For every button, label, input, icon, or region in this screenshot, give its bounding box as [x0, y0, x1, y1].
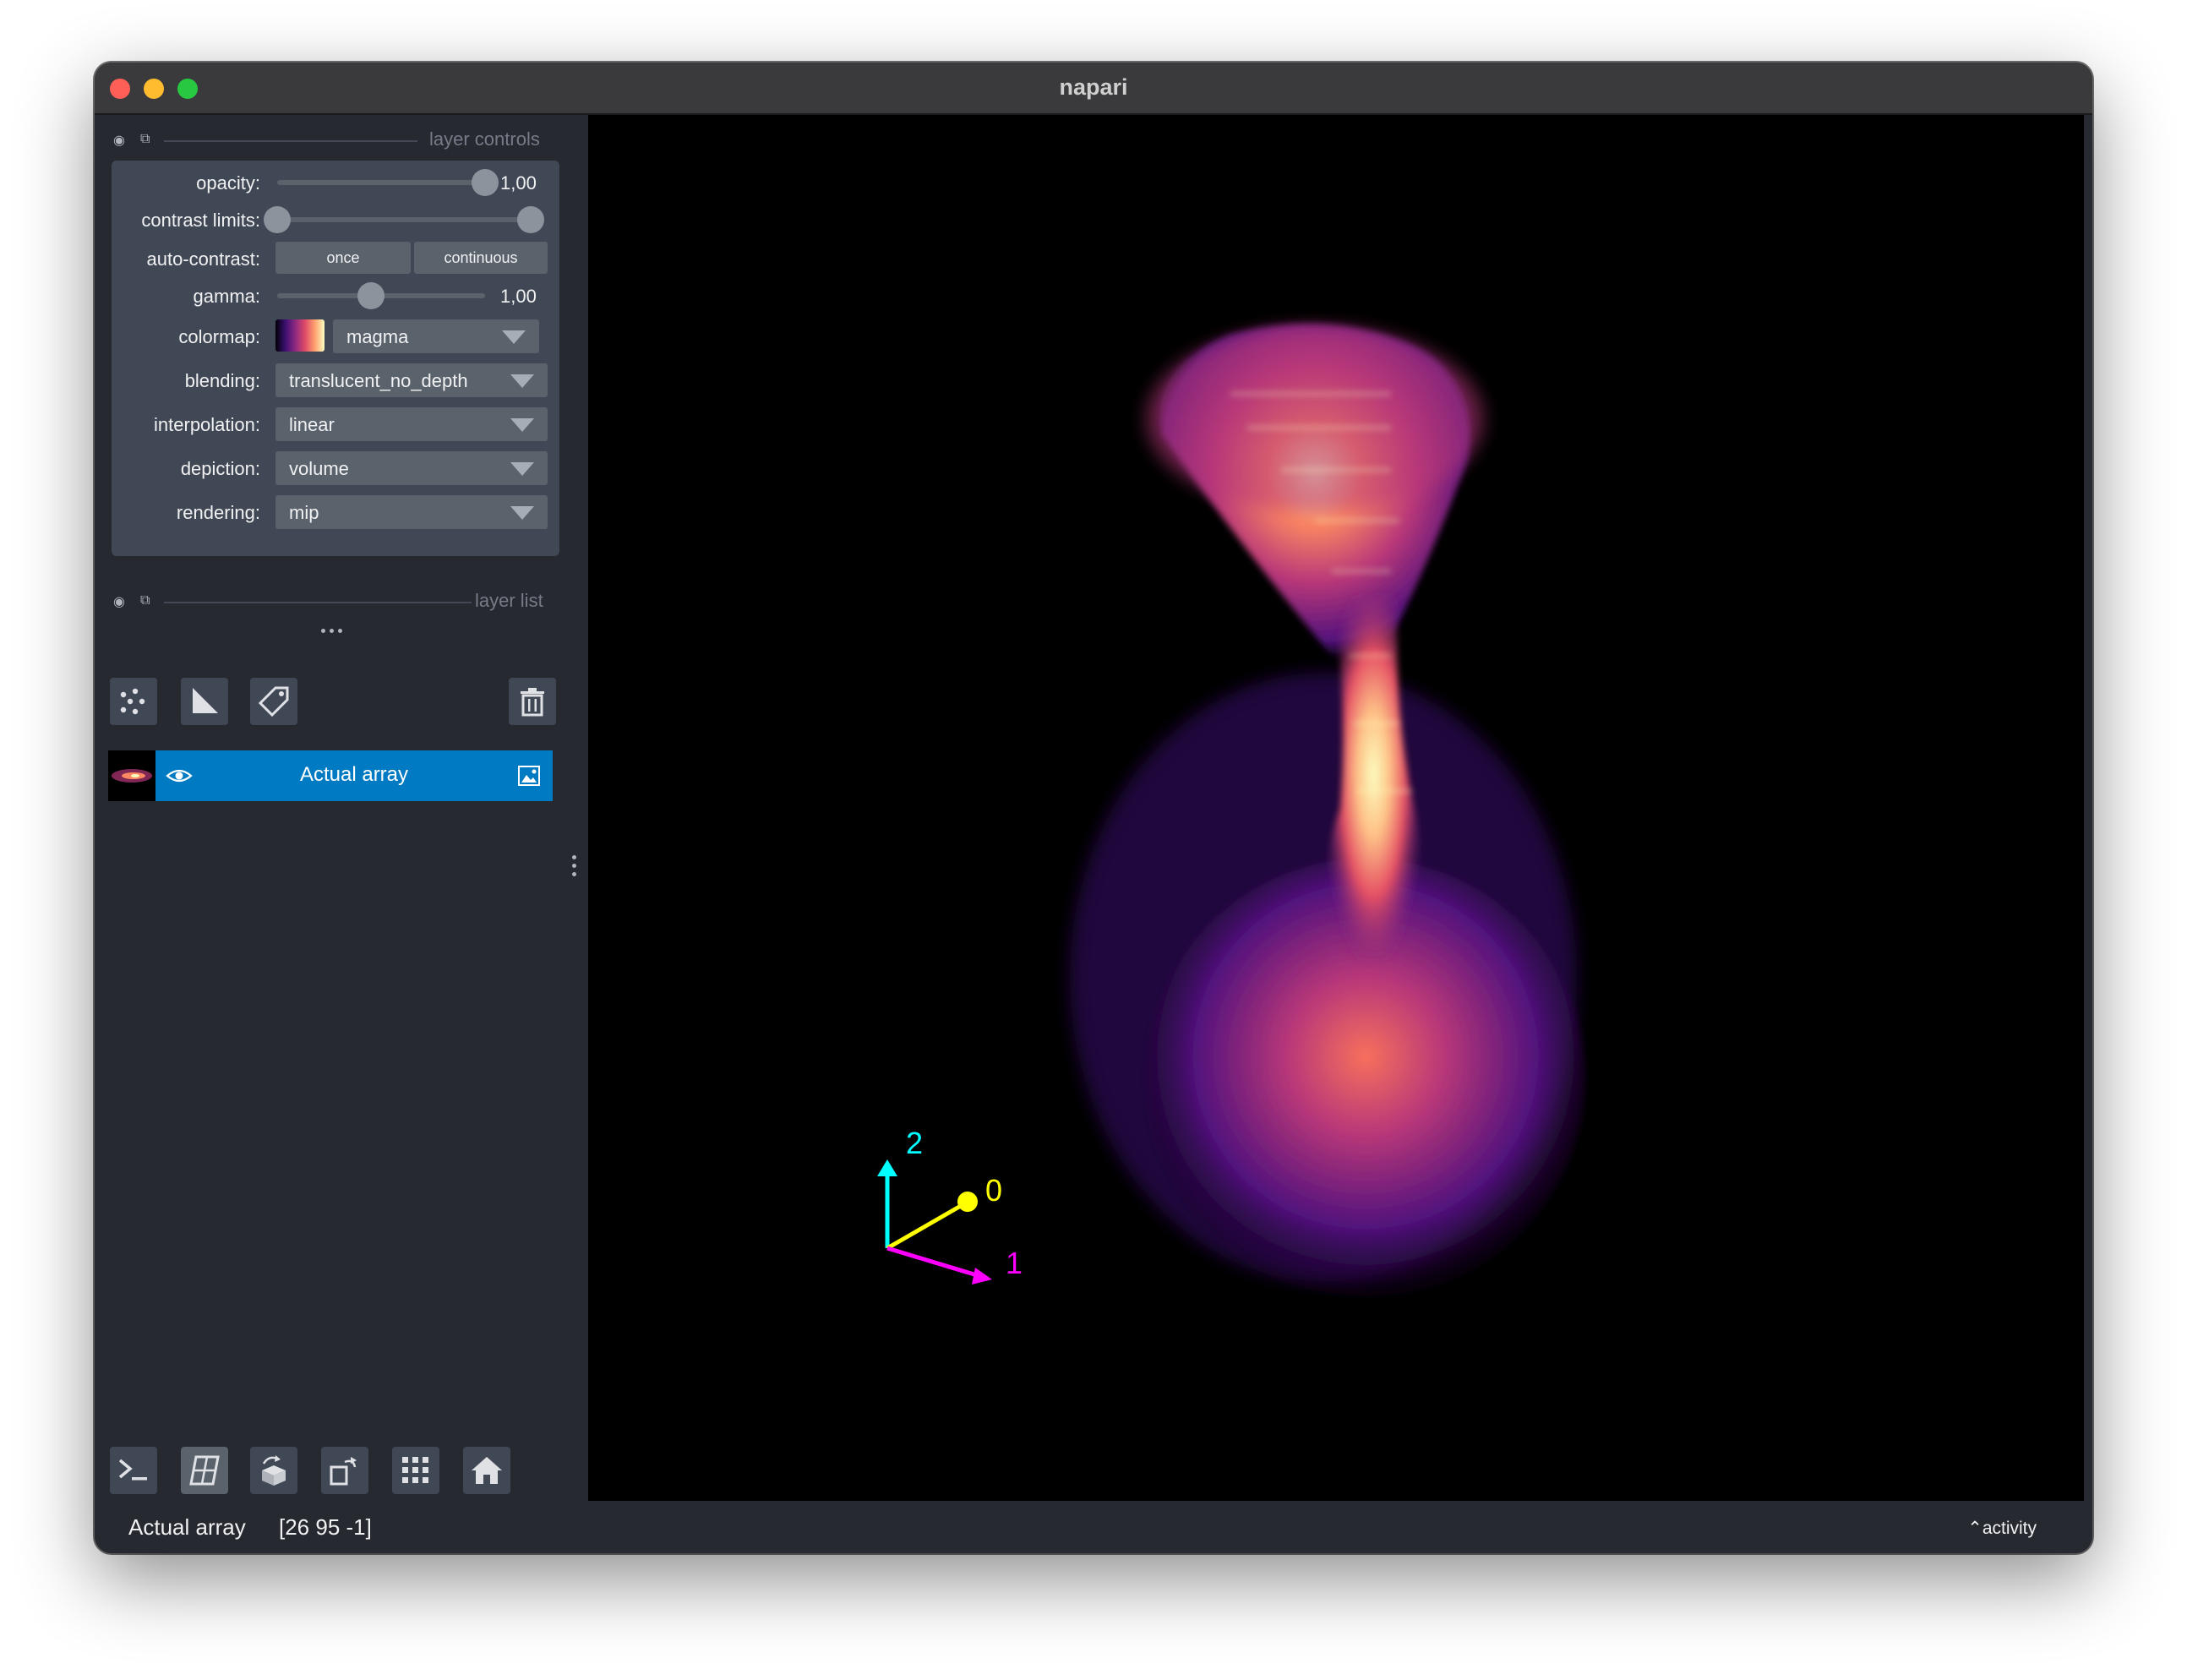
auto-contrast-label: auto-contrast:	[146, 248, 260, 270]
image-icon	[518, 766, 540, 786]
contrast-limits-row: contrast limits:	[112, 203, 559, 237]
depiction-dropdown[interactable]: volume	[275, 451, 548, 485]
contrast-limits-low-handle[interactable]	[264, 206, 291, 233]
rendering-label: rendering:	[176, 502, 260, 523]
layer-controls-dock-header: ◉ ⧉ layer controls	[95, 127, 588, 154]
napari-window: napari ◉ ⧉ layer controls opacity: 1,00 …	[95, 63, 2092, 1553]
new-labels-button[interactable]	[250, 678, 297, 725]
opacity-label: opacity:	[196, 172, 260, 194]
activity-toggle[interactable]: ⌃activity	[1967, 1518, 2037, 1539]
colormap-swatch	[275, 319, 325, 352]
opacity-row: opacity: 1,00	[112, 166, 559, 199]
gamma-value: 1,00	[500, 286, 537, 307]
chevron-down-icon	[502, 330, 526, 344]
gamma-row: gamma: 1,00	[112, 279, 559, 313]
layer-thumbnail	[108, 750, 155, 801]
layer-list-dock-header: ◉ ⧉ layer list	[95, 588, 588, 615]
chevron-down-icon	[510, 506, 534, 520]
layer-list-item[interactable]: Actual array	[108, 750, 553, 801]
left-panel: ◉ ⧉ layer controls opacity: 1,00 contras…	[95, 115, 588, 1501]
dock-header-line	[164, 602, 472, 603]
auto-contrast-continuous-button[interactable]: continuous	[414, 242, 548, 274]
title-bar: napari	[95, 63, 2092, 115]
rendering-dropdown[interactable]: mip	[275, 495, 548, 529]
gamma-slider-handle[interactable]	[357, 282, 384, 309]
grid-icon	[402, 1457, 428, 1483]
blending-value: translucent_no_depth	[289, 370, 468, 391]
axes-indicator	[877, 1159, 992, 1285]
axis-2-label: 2	[906, 1126, 924, 1160]
activity-label: activity	[1982, 1519, 2037, 1538]
new-points-icon	[120, 688, 145, 715]
colormap-value: magma	[346, 326, 409, 347]
colormap-row: colormap: magma	[112, 319, 559, 353]
layer-controls-label: layer controls	[429, 128, 540, 150]
interpolation-row: interpolation: linear	[112, 407, 559, 441]
console-button[interactable]	[110, 1447, 157, 1494]
auto-contrast-once-button[interactable]: once	[275, 242, 411, 274]
ndisplay-3d-button[interactable]	[181, 1447, 228, 1494]
console-icon	[118, 1459, 147, 1481]
interpolation-value: linear	[289, 414, 335, 435]
layer-controls-panel: opacity: 1,00 contrast limits: auto-cont…	[112, 161, 559, 556]
colormap-dropdown[interactable]: magma	[333, 319, 539, 353]
axis-0-label: 0	[985, 1173, 1003, 1208]
new-points-button[interactable]	[110, 678, 157, 725]
dock-header-line	[164, 140, 417, 142]
status-bar: Actual array [26 95 -1] ⌃activity	[95, 1501, 2092, 1553]
transpose-dims-button[interactable]	[321, 1447, 368, 1494]
ndisplay-3d-icon	[189, 1455, 220, 1486]
new-shapes-icon	[193, 688, 218, 713]
depiction-row: depiction: volume	[112, 451, 559, 485]
colormap-label: colormap:	[178, 326, 260, 347]
dock-float-icon[interactable]: ⧉	[140, 132, 150, 147]
depiction-label: depiction:	[180, 458, 260, 479]
opacity-value: 1,00	[500, 172, 537, 194]
opacity-slider-handle[interactable]	[472, 169, 499, 196]
blending-label: blending:	[184, 370, 260, 391]
depiction-value: volume	[289, 458, 349, 479]
panel-splitter-handle[interactable]	[571, 855, 578, 889]
roll-dims-button[interactable]	[250, 1447, 297, 1494]
grid-view-button[interactable]	[392, 1447, 439, 1494]
dock-float-icon[interactable]: ⧉	[140, 593, 150, 608]
chevron-up-icon: ⌃	[1967, 1519, 1982, 1538]
blending-row: blending: translucent_no_depth	[112, 363, 559, 397]
contrast-limits-label: contrast limits:	[141, 210, 260, 231]
opacity-slider-track[interactable]	[277, 180, 485, 185]
window-title: napari	[1059, 74, 1128, 100]
roll-dims-icon	[262, 1455, 286, 1486]
viewer-canvas[interactable]: 2 0 1	[588, 115, 2084, 1501]
contrast-limits-track[interactable]	[277, 217, 531, 222]
contrast-limits-high-handle[interactable]	[517, 206, 544, 233]
rendering-value: mip	[289, 502, 319, 523]
chevron-down-icon	[510, 462, 534, 476]
dock-splitter-handle[interactable]	[321, 629, 346, 634]
delete-layer-button[interactable]	[509, 678, 556, 725]
home-icon	[472, 1457, 502, 1484]
blending-dropdown[interactable]: translucent_no_depth	[275, 363, 548, 397]
status-layer-name: Actual array	[128, 1514, 246, 1540]
chevron-down-icon	[510, 418, 534, 432]
layer-list-label: layer list	[475, 590, 543, 611]
status-coordinates: [26 95 -1]	[279, 1514, 372, 1540]
rendering-row: rendering: mip	[112, 495, 559, 529]
gamma-label: gamma:	[193, 286, 260, 307]
delete-layer-icon	[521, 688, 544, 717]
layer-row-selected[interactable]: Actual array	[155, 750, 553, 801]
interpolation-label: interpolation:	[154, 414, 260, 435]
auto-contrast-row: auto-contrast: once continuous	[112, 242, 559, 275]
axis-1-label: 1	[1006, 1246, 1023, 1280]
home-button[interactable]	[463, 1447, 510, 1494]
dock-hide-icon[interactable]: ◉	[113, 132, 125, 149]
dock-hide-icon[interactable]: ◉	[113, 593, 125, 610]
volume-rendering	[877, 324, 1585, 1298]
chevron-down-icon	[510, 374, 534, 388]
layer-name[interactable]: Actual array	[155, 763, 553, 787]
new-shapes-button[interactable]	[181, 678, 228, 725]
transpose-dims-icon	[330, 1457, 357, 1486]
new-labels-icon	[258, 686, 289, 717]
interpolation-dropdown[interactable]: linear	[275, 407, 548, 441]
